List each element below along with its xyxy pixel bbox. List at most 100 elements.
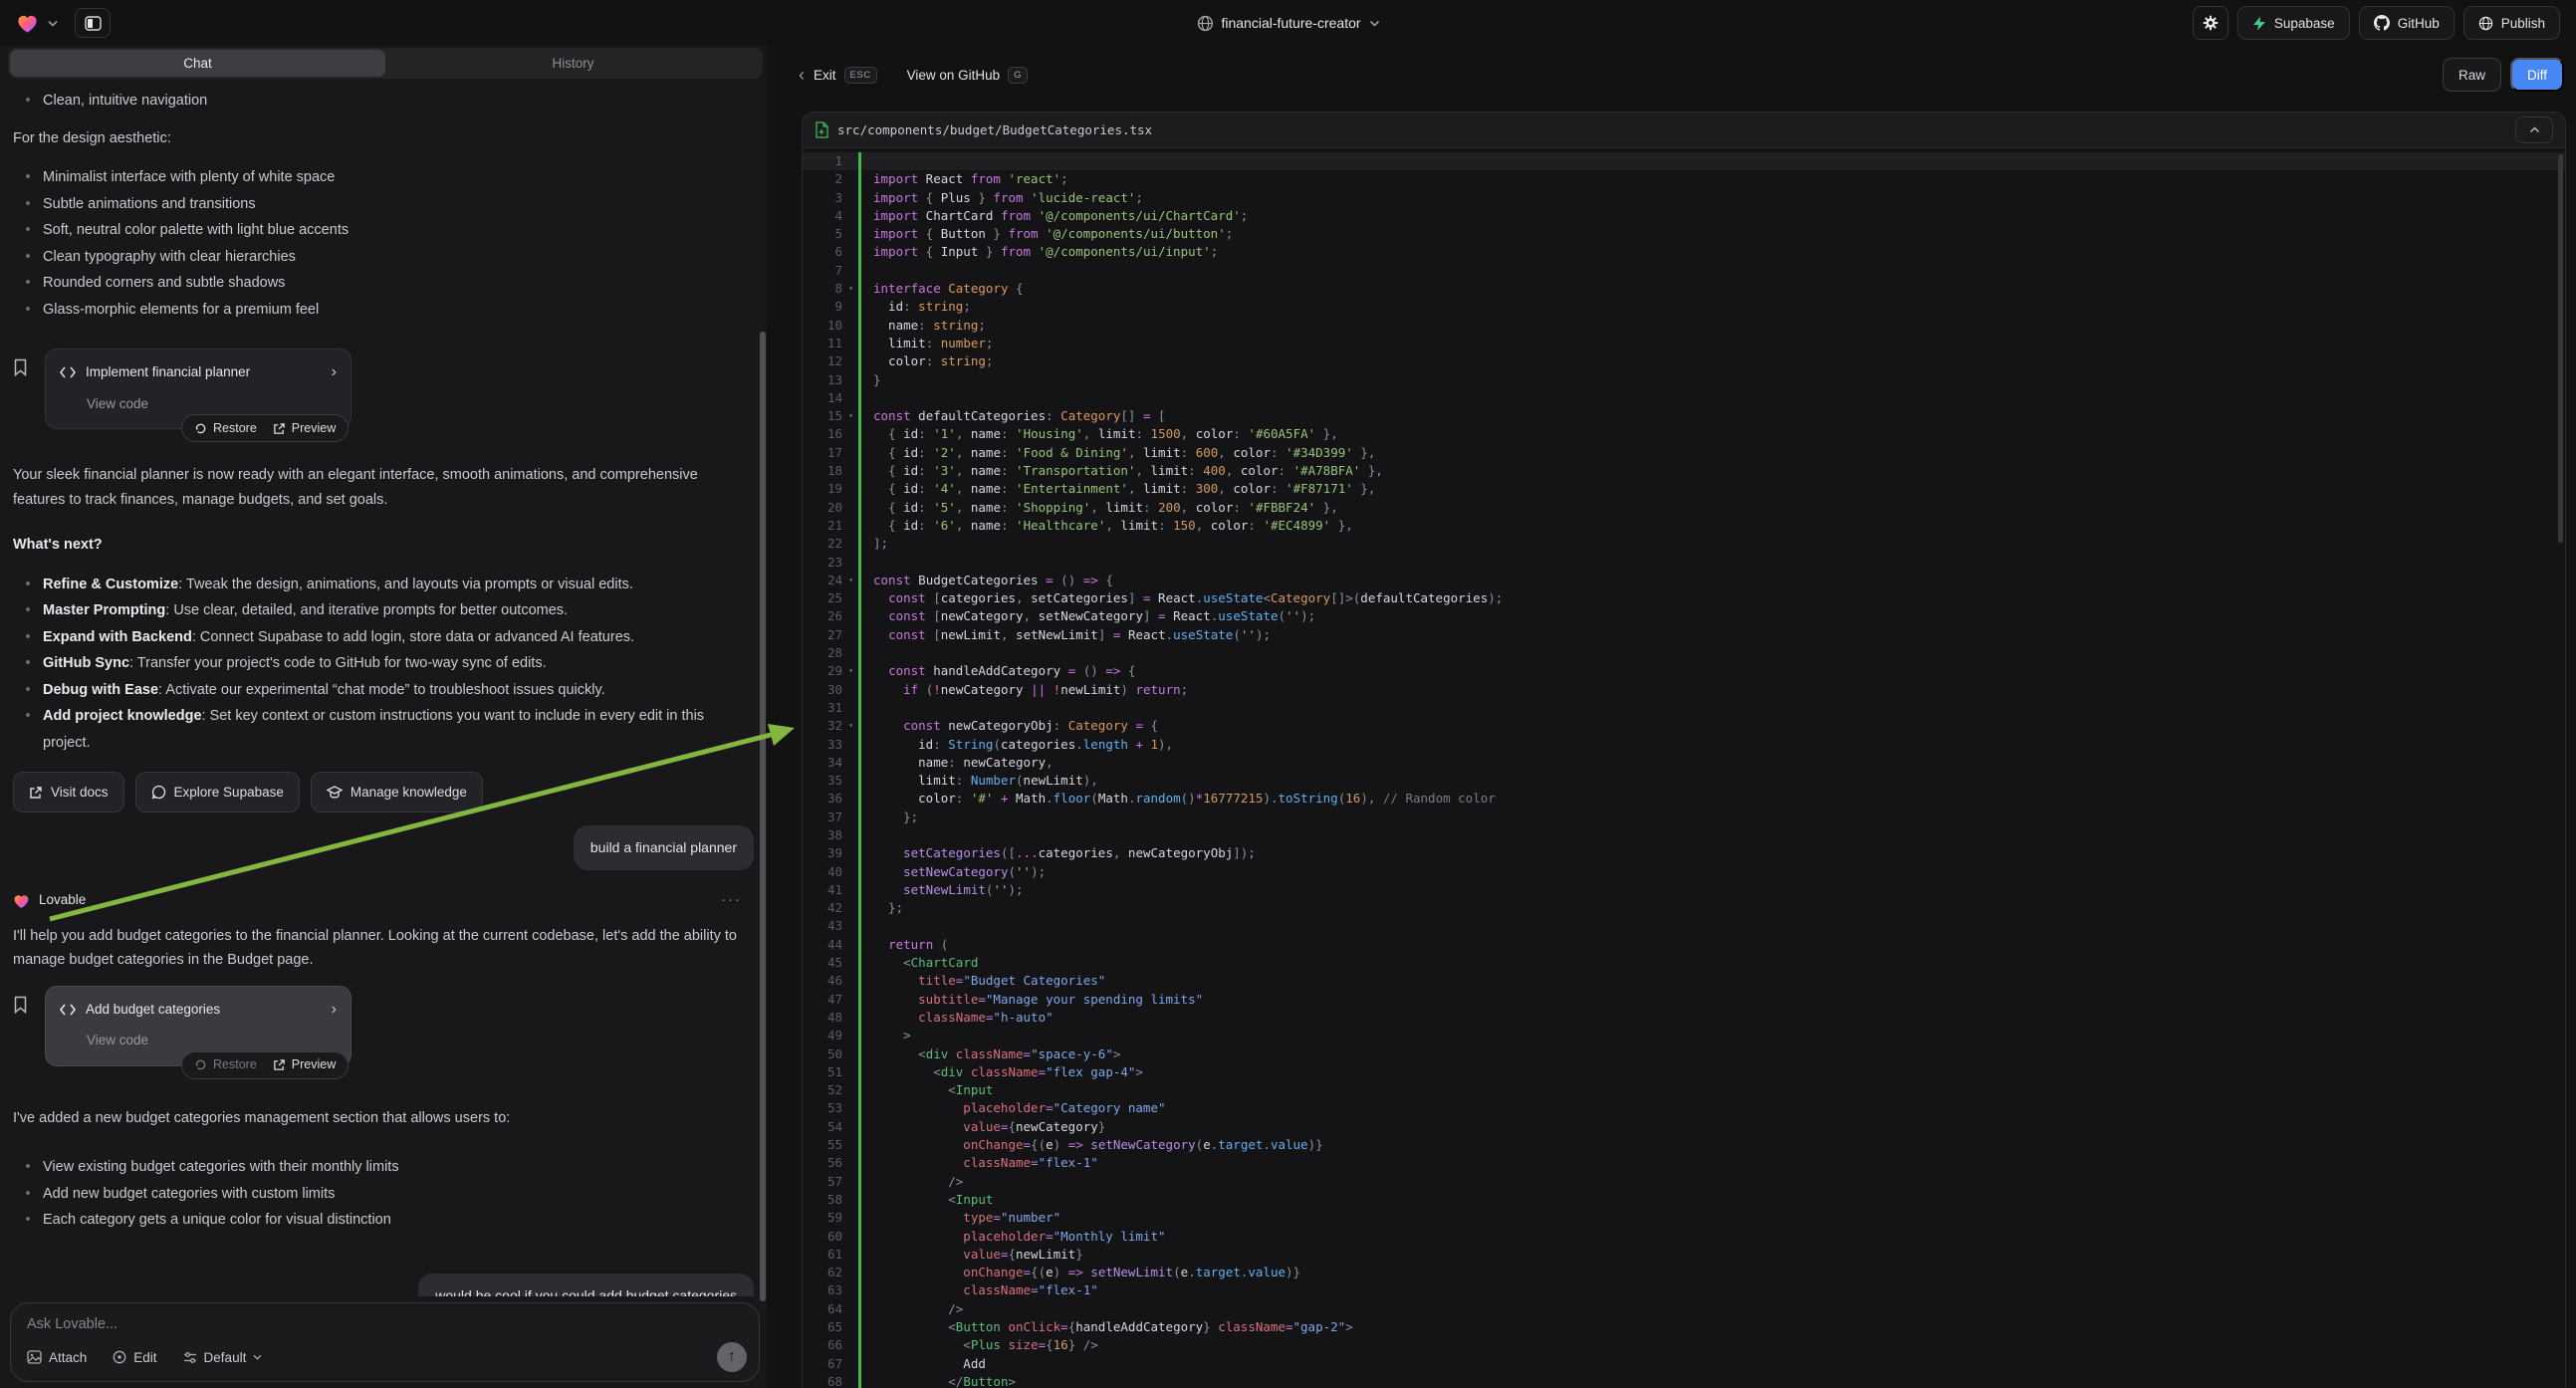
code-line-41: 41 setNewLimit(''); (803, 881, 2565, 899)
file-path-bar[interactable]: src/components/budget/BudgetCategories.t… (803, 113, 2565, 148)
list-item: •Debug with Ease: Activate our experimen… (13, 677, 710, 704)
g-kbd-badge: G (1008, 67, 1028, 84)
external-link-icon (273, 422, 286, 435)
tab-chat[interactable]: Chat (10, 50, 385, 77)
bookmark-icon[interactable] (13, 348, 35, 429)
message-menu-button[interactable]: ··· (721, 888, 742, 913)
code-line-1: 1 (803, 152, 2565, 170)
code-scrollbar-thumb[interactable] (2558, 154, 2563, 543)
code-line-9: 9 id: string; (803, 298, 2565, 316)
code-line-51: 51 <div className="flex gap-4"> (803, 1063, 2565, 1081)
chat-input[interactable]: Ask Lovable... (27, 1316, 743, 1332)
view-on-github-button[interactable]: View on GitHub G (907, 67, 1028, 84)
restore-button[interactable]: Restore (194, 1052, 257, 1077)
code-line-20: 20 { id: '5', name: 'Shopping', limit: 2… (803, 499, 2565, 517)
code-line-60: 60 placeholder="Monthly limit" (803, 1228, 2565, 1246)
code-line-50: 50 <div className="space-y-6"> (803, 1045, 2565, 1063)
list-item: •Master Prompting: Use clear, detailed, … (13, 597, 710, 624)
restore-icon (194, 1058, 207, 1071)
code-line-11: 11 limit: number; (803, 335, 2565, 352)
code-line-35: 35 limit: Number(newLimit), (803, 772, 2565, 790)
code-editor: 12import React from 'react';3import { Pl… (803, 148, 2565, 1388)
version-card-add-budget-categories[interactable]: Add budget categories › View code Restor… (45, 986, 351, 1066)
attach-button[interactable]: Attach (27, 1350, 87, 1365)
project-switcher[interactable]: financial-future-creator (1196, 0, 1379, 46)
lovable-heart-icon (13, 893, 30, 909)
list-item: •Each category gets a unique color for v… (13, 1207, 754, 1234)
version-card-title: Implement financial planner (86, 360, 250, 385)
lovable-logo-heart-icon[interactable] (16, 13, 39, 34)
chat-scrollbar-thumb[interactable] (760, 332, 766, 1301)
restore-preview-pill: Restore Preview (181, 414, 349, 442)
list-item: •Minimalist interface with plenty of whi… (13, 164, 754, 191)
model-selector[interactable]: Default (183, 1350, 263, 1365)
code-line-44: 44 return ( (803, 936, 2565, 954)
preview-button[interactable]: Preview (273, 416, 336, 441)
preview-button[interactable]: Preview (273, 1052, 336, 1077)
settings-button[interactable] (2193, 6, 2228, 40)
app-window: financial-future-creator Sup (0, 0, 2576, 1388)
code-line-6: 6import { Input } from '@/components/ui/… (803, 243, 2565, 261)
code-line-66: 66 <Plus size={16} /> (803, 1336, 2565, 1354)
code-line-67: 67 Add (803, 1355, 2565, 1373)
code-line-38: 38 (803, 826, 2565, 844)
bookmark-icon[interactable] (13, 986, 35, 1066)
assistant-paragraph: I've added a new budget categories manag… (13, 1106, 752, 1131)
restore-icon (194, 422, 207, 435)
code-line-65: 65 <Button onClick={handleAddCategory} c… (803, 1318, 2565, 1336)
code-line-54: 54 value={newCategory} (803, 1118, 2565, 1136)
sidebar-toggle-button[interactable] (75, 8, 111, 38)
quick-actions-row: Visit docs Explore Supabase Manage knowl… (13, 772, 754, 812)
code-brackets-icon (60, 1004, 76, 1016)
code-line-15: 15▾const defaultCategories: Category[] =… (803, 407, 2565, 425)
code-line-61: 61 value={newLimit} (803, 1246, 2565, 1264)
chevron-up-icon (2529, 126, 2540, 133)
supabase-button[interactable]: Supabase (2237, 6, 2350, 40)
explore-supabase-button[interactable]: Explore Supabase (135, 772, 300, 812)
code-line-19: 19 { id: '4', name: 'Entertainment', lim… (803, 480, 2565, 498)
code-line-23: 23 (803, 554, 2565, 572)
raw-toggle-button[interactable]: Raw (2443, 58, 2501, 92)
chevron-right-icon: › (332, 364, 337, 380)
user-message-bubble: would be cool if you could add budget ca… (418, 1273, 754, 1297)
manage-knowledge-button[interactable]: Manage knowledge (311, 772, 483, 812)
code-line-47: 47 subtitle="Manage your spending limits… (803, 991, 2565, 1009)
collapse-file-button[interactable] (2515, 116, 2553, 143)
list-item: •View existing budget categories with th… (13, 1154, 754, 1181)
exit-button[interactable]: ‹ Exit ESC (799, 65, 877, 86)
view-code-link[interactable]: View code (87, 392, 337, 417)
logo-chevron-down-icon[interactable] (48, 20, 58, 27)
project-title: financial-future-creator (1221, 15, 1360, 31)
whats-next-heading: What's next? (13, 533, 752, 558)
restore-preview-pill: Restore Preview (181, 1051, 349, 1079)
added-bullet-list: •View existing budget categories with th… (13, 1154, 754, 1234)
github-octocat-icon (2374, 15, 2390, 31)
whats-next-list: •Refine & Customize: Tweak the design, a… (13, 572, 754, 757)
code-line-39: 39 setCategories([...categories, newCate… (803, 844, 2565, 862)
code-line-10: 10 name: string; (803, 317, 2565, 335)
gear-icon (2203, 15, 2219, 31)
assistant-name: Lovable (39, 888, 86, 913)
added-file-icon (815, 121, 828, 138)
github-button[interactable]: GitHub (2359, 6, 2455, 40)
diff-toggle-button[interactable]: Diff (2510, 58, 2564, 92)
code-line-31: 31 (803, 699, 2565, 717)
visit-docs-button[interactable]: Visit docs (13, 772, 124, 812)
code-line-32: 32▾ const newCategoryObj: Category = { (803, 717, 2565, 735)
back-chevron-icon: ‹ (799, 65, 805, 86)
code-line-42: 42 }; (803, 899, 2565, 917)
view-code-link[interactable]: View code (87, 1029, 337, 1053)
send-button[interactable]: ↑ (717, 1342, 747, 1372)
code-line-30: 30 if (!newCategory || !newLimit) return… (803, 681, 2565, 699)
publish-button[interactable]: Publish (2463, 6, 2560, 40)
file-path: src/components/budget/BudgetCategories.t… (837, 122, 1152, 137)
assistant-paragraph: I'll help you add budget categories to t… (13, 924, 752, 973)
design-aesthetic-heading: For the design aesthetic: (13, 126, 752, 151)
restore-button[interactable]: Restore (194, 416, 257, 441)
code-line-22: 22]; (803, 535, 2565, 553)
tab-history[interactable]: History (385, 50, 761, 77)
graduation-cap-icon (327, 786, 343, 800)
edit-mode-button[interactable]: Edit (113, 1350, 156, 1365)
version-card-implement-financial-planner[interactable]: Implement financial planner › View code … (45, 348, 351, 429)
code-brackets-icon (60, 366, 76, 378)
